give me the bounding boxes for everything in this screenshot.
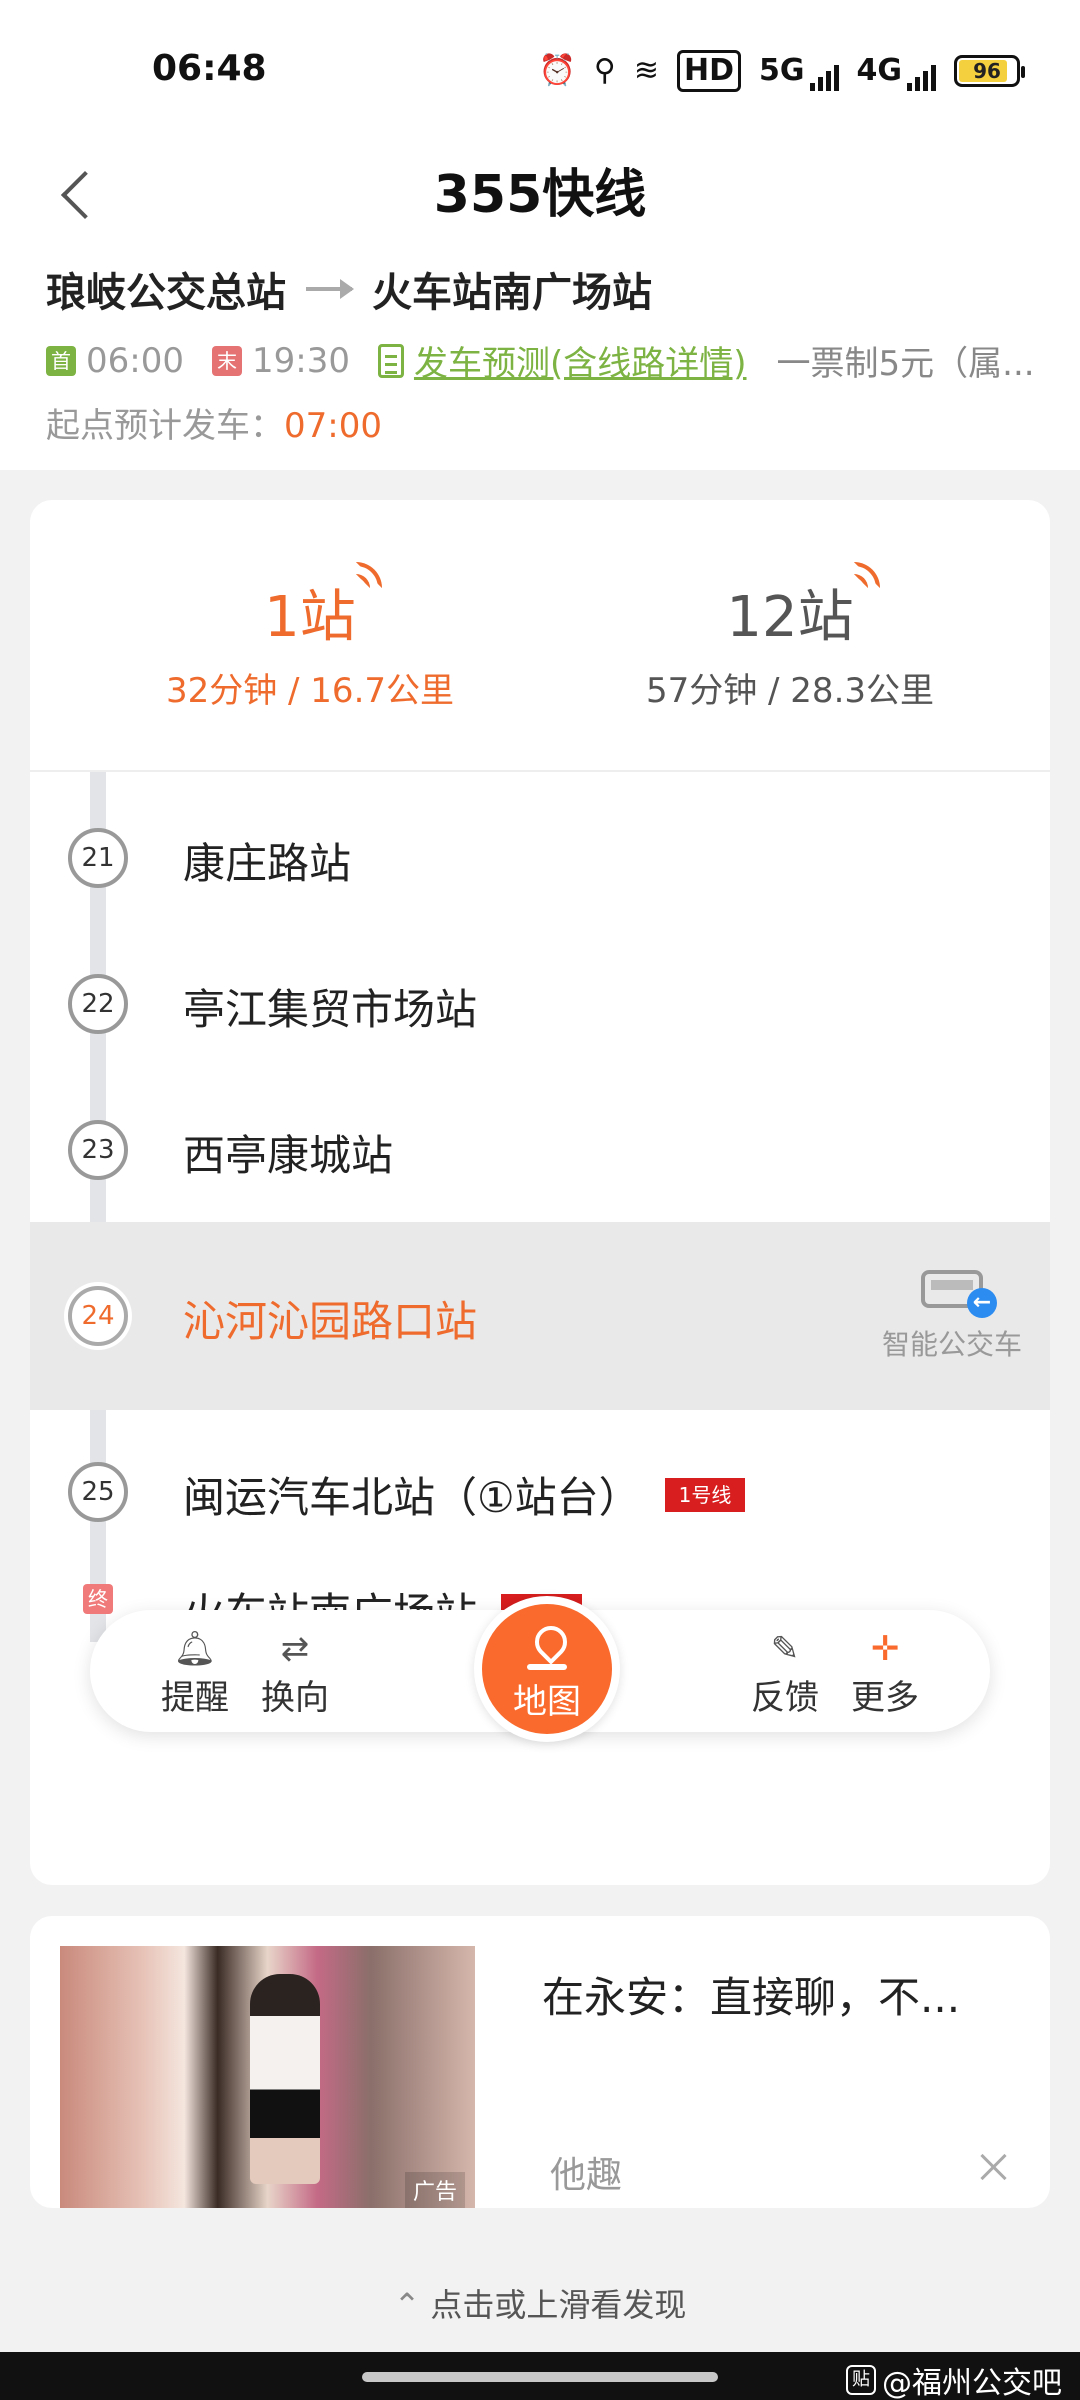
eta-next[interactable]: 12站 57分钟 / 28.3公里 <box>540 562 1040 712</box>
stop-number: 21 <box>68 828 128 888</box>
chevron-up-icon: ⌃ <box>393 2286 421 2324</box>
terminal-tag: 终 <box>83 1584 113 1614</box>
arrow-right-icon <box>306 279 354 299</box>
action-toolbar: 🔔︎ 提醒 ⇄ 换向 地图 ✎ 反馈 ✛ 更多 <box>90 1596 990 1742</box>
eta-panel: 1站 32分钟 / 16.7公里 12站 57分钟 / 28.3公里 <box>30 500 1050 772</box>
stop-item[interactable]: 25 闽运汽车北站（①站台） 1号线 <box>30 1410 1050 1556</box>
smart-bus-badge: ← 智能公交车 <box>882 1270 1022 1363</box>
stop-number: 23 <box>68 1120 128 1180</box>
map-pin-icon <box>527 1626 567 1670</box>
first-bus-tag: 首 <box>46 345 76 376</box>
status-time: 06:48 <box>152 48 267 89</box>
map-button[interactable]: 地图 <box>474 1596 620 1742</box>
fare-info: 一票制5元（属... <box>776 344 1035 384</box>
route-header: 355快线 琅岐公交总站 火车站南广场站 首 06:00 末 19:30 发车预… <box>0 130 1080 470</box>
tieba-logo-icon: 贴 <box>846 2365 876 2395</box>
realtime-signal-icon <box>355 562 382 588</box>
bus-icon: ← <box>921 1270 997 1318</box>
origin-station: 琅岐公交总站 <box>46 270 286 316</box>
hd-icon: HD <box>676 50 741 92</box>
system-nav-bar: 贴 @福州公交吧 <box>0 2352 1080 2400</box>
realtime-signal-icon <box>853 562 880 588</box>
ad-title[interactable]: 在永安：直接聊，不... <box>542 1964 1012 2025</box>
destination-station: 火车站南广场站 <box>372 270 652 316</box>
location-icon: ⚲ <box>593 53 616 88</box>
status-bar: 06:48 ⏰ ⚲ ≋ HD 5G 4G 96 <box>0 0 1080 130</box>
clipboard-icon <box>377 343 404 378</box>
ad-source: 他趣 <box>550 2155 623 2196</box>
first-bus-time: 06:00 <box>86 340 184 381</box>
ad-card[interactable]: 广告 在永安：直接聊，不... 他趣 <box>30 1916 1050 2208</box>
stop-name: 西亭康城站 <box>183 1131 394 1180</box>
status-icons: ⏰ ⚲ ≋ HD 5G 4G 96 <box>538 50 1025 92</box>
reverse-button[interactable]: ⇄ 换向 <box>235 1628 355 1719</box>
last-bus-time: 19:30 <box>251 340 350 381</box>
ad-image[interactable]: 广告 <box>60 1946 475 2208</box>
stop-item[interactable]: 21 康庄路站 <box>30 772 1050 918</box>
swap-icon: ⇄ <box>280 1629 310 1669</box>
schedule-row: 首 06:00 末 19:30 发车预测(含线路详情) 一票制5元（属... <box>46 336 1056 385</box>
ad-label: 广告 <box>404 2172 465 2208</box>
signal-4g-icon: 4G <box>857 53 936 91</box>
stop-item[interactable]: 22 亭江集贸市场站 <box>30 918 1050 1064</box>
page-title: 355快线 <box>433 165 647 225</box>
discover-hint[interactable]: ⌃ 点击或上滑看发现 <box>0 2280 1080 2326</box>
estimated-departure: 起点预计发车：07:00 <box>46 406 382 446</box>
route-endpoints: 琅岐公交总站 火车站南广场站 <box>46 260 652 318</box>
stop-name: 沁河沁园路口站 <box>183 1297 478 1346</box>
alarm-icon: ⏰ <box>538 53 576 88</box>
metro-line-tag: 1号线 <box>664 1477 746 1512</box>
close-icon[interactable] <box>980 2154 1006 2180</box>
stop-name: 康庄路站 <box>183 839 352 888</box>
stop-number: 25 <box>68 1462 128 1522</box>
battery-icon: 96 <box>954 55 1025 87</box>
home-indicator[interactable] <box>362 2372 718 2382</box>
signal-5g-icon: 5G <box>759 53 839 91</box>
departure-prediction-link[interactable]: 发车预测(含线路详情) <box>377 336 747 385</box>
watermark: 贴 @福州公交吧 <box>846 2358 1062 2400</box>
wifi-icon: ≋ <box>633 53 659 88</box>
more-button[interactable]: ✛ 更多 <box>825 1628 945 1719</box>
plus-icon: ✛ <box>870 1629 900 1669</box>
route-card: 1站 32分钟 / 16.7公里 12站 57分钟 / 28.3公里 21 康庄… <box>30 500 1050 1885</box>
stop-name: 亭江集贸市场站 <box>183 985 478 1034</box>
stop-number: 22 <box>68 974 128 1034</box>
stop-number: 24 <box>68 1286 128 1346</box>
last-bus-tag: 末 <box>211 345 242 376</box>
stop-item-current[interactable]: 24 沁河沁园路口站 ← 智能公交车 <box>30 1222 1050 1410</box>
eta-nearest[interactable]: 1站 32分钟 / 16.7公里 <box>60 562 560 712</box>
stop-item[interactable]: 23 西亭康城站 <box>30 1064 1050 1210</box>
stop-name: 闽运汽车北站（①站台） 1号线 <box>183 1464 746 1525</box>
